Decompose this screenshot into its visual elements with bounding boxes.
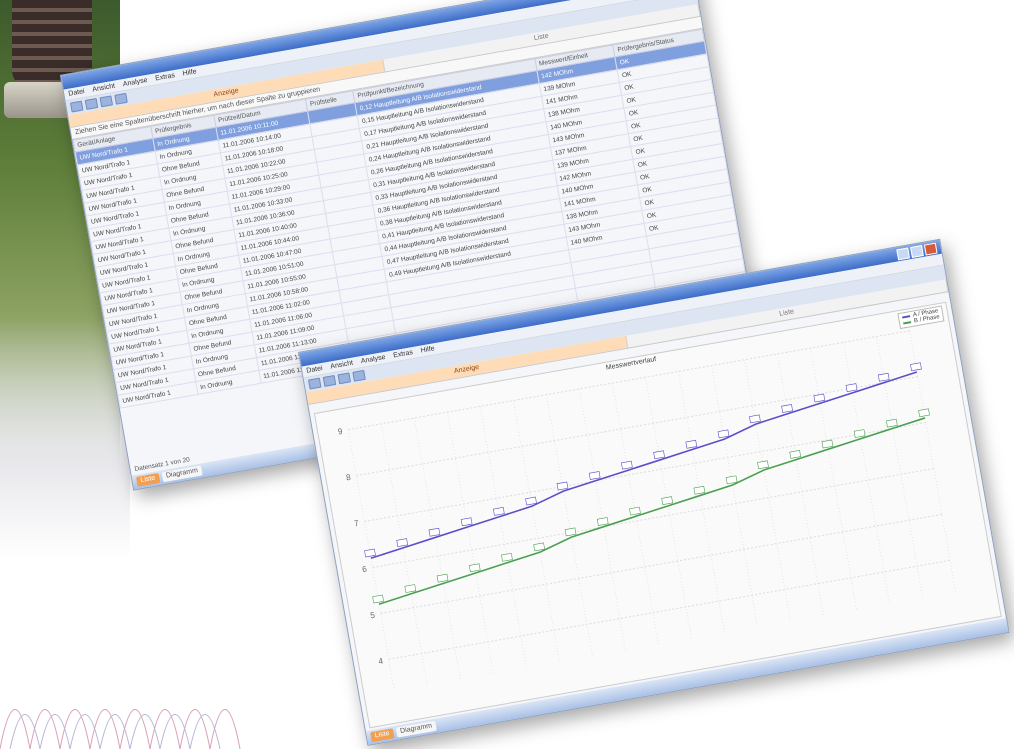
x-grid-line	[710, 365, 758, 627]
data-point-marker[interactable]	[564, 527, 577, 537]
refresh-icon[interactable]	[84, 98, 99, 110]
data-point-marker[interactable]	[364, 548, 376, 558]
y-tick-label: 6	[362, 564, 368, 574]
data-point-marker[interactable]	[621, 460, 633, 470]
data-point-marker[interactable]	[436, 573, 449, 583]
series-line	[378, 417, 926, 605]
back-icon[interactable]	[307, 377, 322, 390]
data-point-marker[interactable]	[525, 496, 537, 506]
data-point-marker[interactable]	[588, 471, 601, 480]
y-tick-label: 4	[378, 656, 384, 666]
status-tab[interactable]: Diagramm	[395, 720, 437, 738]
data-point-marker[interactable]	[629, 506, 641, 516]
data-point-marker[interactable]	[821, 439, 834, 449]
menu-item[interactable]: Ansicht	[92, 83, 116, 94]
data-point-marker[interactable]	[596, 517, 609, 526]
x-grid-line	[843, 342, 891, 604]
data-point-marker[interactable]	[813, 393, 826, 403]
data-point-marker[interactable]	[845, 383, 858, 392]
data-point-marker[interactable]	[853, 429, 866, 438]
data-point-marker[interactable]	[789, 450, 802, 459]
x-grid-line	[644, 377, 692, 639]
data-point-marker[interactable]	[493, 507, 505, 516]
refresh-icon[interactable]	[322, 375, 337, 387]
status-tab[interactable]: Diagramm	[161, 465, 203, 483]
data-point-marker[interactable]	[886, 418, 898, 428]
grid-line	[380, 513, 943, 614]
maximize-button[interactable]	[909, 244, 924, 258]
data-point-marker[interactable]	[918, 408, 930, 418]
print-icon[interactable]	[114, 92, 128, 105]
y-tick-label: 7	[353, 519, 359, 529]
x-grid-line	[347, 429, 395, 691]
minimize-button[interactable]	[896, 246, 910, 260]
x-grid-line	[743, 359, 791, 621]
x-grid-line	[380, 423, 428, 685]
x-grid-line	[777, 353, 825, 616]
data-point-marker[interactable]	[757, 460, 769, 470]
filter-icon[interactable]	[99, 95, 114, 108]
menu-item[interactable]: Hilfe	[182, 68, 197, 77]
data-point-marker[interactable]	[372, 594, 384, 604]
series-line	[370, 371, 918, 560]
menu-item[interactable]: Datei	[306, 365, 323, 375]
menu-item[interactable]: Hilfe	[420, 345, 435, 354]
x-grid-line	[479, 406, 527, 668]
y-tick-label: 9	[337, 427, 343, 437]
menu-item[interactable]: Datei	[68, 88, 85, 98]
x-grid-line	[413, 417, 461, 680]
close-button[interactable]	[923, 242, 938, 256]
status-tab[interactable]: Liste	[135, 472, 161, 487]
data-point-marker[interactable]	[685, 439, 698, 449]
data-point-marker[interactable]	[428, 527, 441, 537]
filter-icon[interactable]	[337, 372, 352, 385]
sine-wave-decoration	[0, 709, 241, 749]
data-point-marker[interactable]	[396, 538, 409, 547]
menu-item[interactable]: Extras	[155, 72, 176, 82]
data-point-marker[interactable]	[725, 475, 738, 485]
data-point-marker[interactable]	[533, 542, 545, 552]
data-point-marker[interactable]	[749, 414, 761, 424]
grid-line	[356, 376, 918, 477]
data-point-marker[interactable]	[781, 404, 793, 413]
data-point-marker[interactable]	[404, 584, 417, 593]
status-tab[interactable]: Liste	[370, 728, 395, 743]
data-point-marker[interactable]	[877, 372, 890, 382]
print-icon[interactable]	[352, 369, 366, 382]
data-point-marker[interactable]	[910, 362, 922, 372]
menu-item[interactable]: Ansicht	[330, 360, 354, 371]
data-point-marker[interactable]	[717, 429, 730, 439]
data-point-marker[interactable]	[556, 481, 569, 491]
y-tick-label: 8	[345, 473, 351, 483]
data-point-marker[interactable]	[653, 450, 665, 460]
x-grid-line	[545, 394, 593, 656]
data-point-marker[interactable]	[661, 496, 674, 506]
data-point-marker[interactable]	[501, 552, 513, 562]
x-grid-line	[512, 400, 560, 662]
back-icon[interactable]	[69, 100, 84, 113]
data-point-marker[interactable]	[460, 517, 473, 527]
grid-line	[372, 467, 934, 568]
data-point-marker[interactable]	[693, 485, 706, 495]
x-grid-line	[446, 412, 494, 674]
x-grid-line	[677, 371, 725, 633]
y-tick-label: 5	[370, 610, 376, 620]
data-point-marker[interactable]	[468, 563, 481, 573]
menu-item[interactable]: Extras	[393, 349, 414, 359]
grid-line	[364, 422, 926, 523]
